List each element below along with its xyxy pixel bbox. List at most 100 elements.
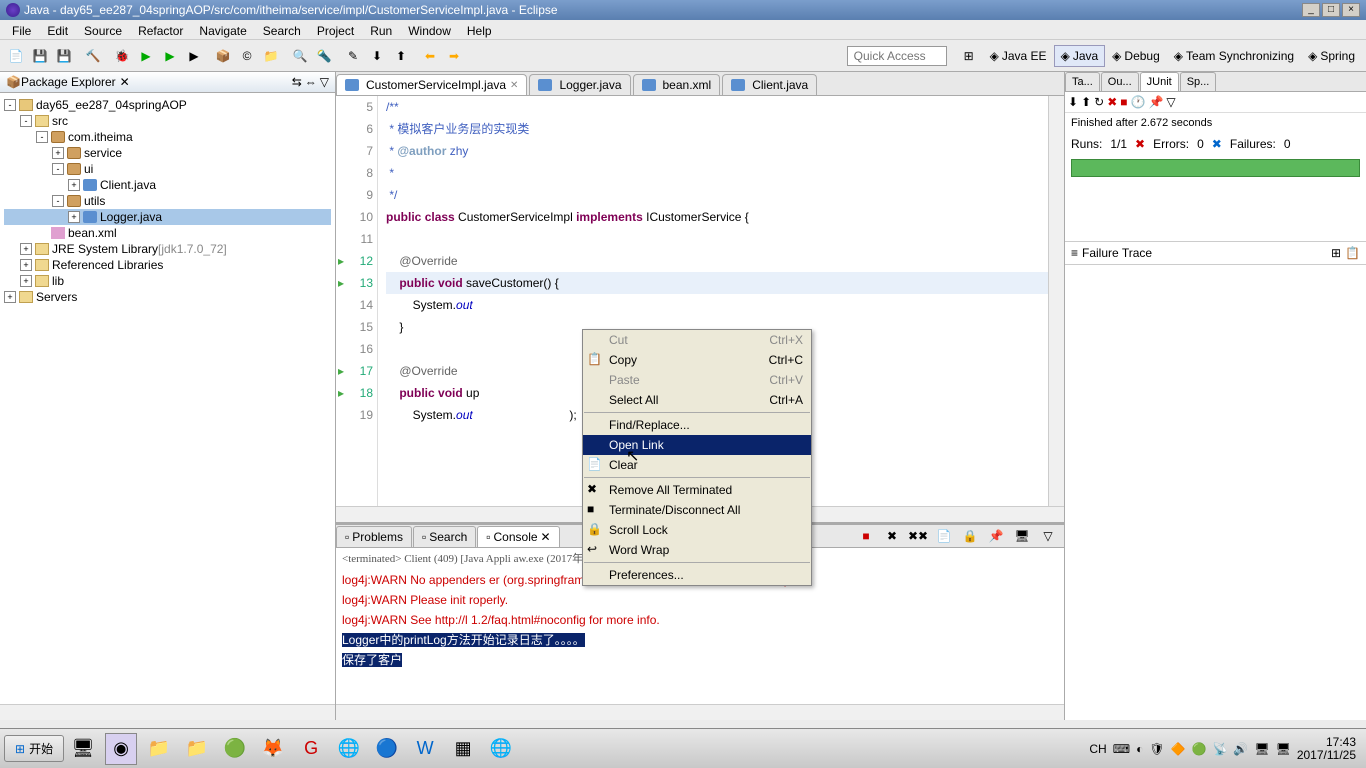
toggle-mark-button[interactable]: ✎ [342,45,364,67]
tree-toggle[interactable]: + [20,275,32,287]
menu-file[interactable]: File [4,22,39,37]
compare-icon[interactable]: ⊞ [1331,246,1341,260]
maximize-button[interactable]: □ [1322,3,1340,17]
tree-item[interactable]: -src [4,113,331,129]
pin-icon[interactable]: 📌 [1148,95,1163,109]
tree-toggle[interactable]: + [68,211,80,223]
run-last-button[interactable]: ▶ [159,45,181,67]
line-ruler[interactable]: 5678910111213141516171819 [336,96,378,506]
task-chrome2[interactable]: 🌐 [485,733,517,765]
tray-keyboard-icon[interactable]: ⌨ [1113,742,1130,756]
perspective-team-synchronizing[interactable]: ◈Team Synchronizing [1167,45,1301,67]
editor-tab[interactable]: Logger.java [529,74,630,95]
tree-item[interactable]: -ui [4,161,331,177]
rerun-failed-icon[interactable]: ✖ [1107,95,1117,109]
task-app2[interactable]: 🦊 [257,733,289,765]
tree-toggle[interactable]: - [4,99,16,111]
tree-toggle[interactable]: + [20,259,32,271]
console-scrollbar[interactable] [336,704,1064,720]
task-eclipse[interactable]: ◉ [105,733,137,765]
menu-item-find-replace-[interactable]: Find/Replace... [583,415,811,435]
menu-icon[interactable]: ▽ [1166,95,1175,109]
open-perspective-button[interactable]: ⊞ [958,45,980,67]
back-button[interactable]: ⬅ [419,45,441,67]
tree-toggle[interactable]: - [36,131,48,143]
tree-toggle[interactable]: + [68,179,80,191]
bottom-tab-console[interactable]: ▫Console ✕ [477,526,559,547]
new-folder-button[interactable]: 📁 [260,45,282,67]
link-editor-icon[interactable]: ⇔ [305,75,317,89]
task-app3[interactable]: G [295,733,327,765]
clock[interactable]: 17:43 2017/11/25 [1297,736,1356,762]
prev-annotation-button[interactable]: ⬆ [390,45,412,67]
tree-item[interactable]: bean.xml [4,225,331,241]
menu-item-select-all[interactable]: Select AllCtrl+A [583,390,811,410]
right-tab[interactable]: Ta... [1065,72,1100,91]
tray-icon6[interactable]: 🔊 [1233,742,1248,756]
clear-icon[interactable]: 📄 [933,525,955,547]
tree-item[interactable]: -utils [4,193,331,209]
prev-failure-icon[interactable]: ⬆ [1081,95,1091,109]
tree-item[interactable]: +lib [4,273,331,289]
bottom-tab-problems[interactable]: ▫Problems [336,526,412,547]
menu-item-open-link[interactable]: Open Link [583,435,811,455]
task-explorer[interactable]: 🖥 [67,733,99,765]
start-button[interactable]: ⊞ 开始 [4,735,64,762]
stop-icon[interactable]: ■ [1120,95,1127,109]
display-icon[interactable]: 🖥 [1011,525,1033,547]
tree-item[interactable]: +Client.java [4,177,331,193]
tree-toggle[interactable]: - [52,195,64,207]
tray-icon3[interactable]: 🔶 [1171,742,1186,756]
quick-access-input[interactable] [847,46,947,66]
scroll-lock-icon[interactable]: 🔒 [959,525,981,547]
perspective-java[interactable]: ◈Java [1054,45,1106,67]
vertical-scrollbar[interactable] [1048,96,1064,506]
package-explorer-tree[interactable]: -day65_ee287_04springAOP-src-com.itheima… [0,93,335,704]
perspective-java-ee[interactable]: ◈Java EE [983,45,1054,67]
editor-tab[interactable]: bean.xml [633,74,721,95]
coverage-button[interactable]: ▶ [183,45,205,67]
tray-icon2[interactable]: 🛡 [1149,742,1164,756]
history-icon[interactable]: 🕐 [1131,95,1146,109]
close-icon[interactable]: ✕ [541,530,551,544]
tree-item[interactable]: +service [4,145,331,161]
editor-tab[interactable]: CustomerServiceImpl.java✕ [336,74,527,95]
open-type-button[interactable]: 🔍 [289,45,311,67]
tree-toggle[interactable]: - [52,163,64,175]
task-folder2[interactable]: 📁 [181,733,213,765]
new-class-button[interactable]: © [236,45,258,67]
tree-toggle[interactable]: + [4,291,16,303]
build-button[interactable]: 🔨 [82,45,104,67]
new-button[interactable]: 📄 [5,45,27,67]
menu-item-word-wrap[interactable]: ↩Word Wrap [583,540,811,560]
horizontal-scrollbar[interactable] [0,704,335,720]
terminate-icon[interactable]: ■ [855,525,877,547]
menu-item-preferences-[interactable]: Preferences... [583,565,811,585]
task-app1[interactable]: 🟢 [219,733,251,765]
right-tab[interactable]: JUnit [1140,72,1179,91]
tree-item[interactable]: +Referenced Libraries [4,257,331,273]
task-app5[interactable]: ▦ [447,733,479,765]
pin-icon[interactable]: 📌 [985,525,1007,547]
remove-all-icon[interactable]: ✖✖ [907,525,929,547]
tree-item[interactable]: +JRE System Library [jdk1.7.0_72] [4,241,331,257]
task-folder[interactable]: 📁 [143,733,175,765]
task-word[interactable]: W [409,733,441,765]
lang-indicator[interactable]: CH [1089,742,1106,756]
menu-item-remove-all-terminated[interactable]: ✖Remove All Terminated [583,480,811,500]
save-button[interactable]: 💾 [29,45,51,67]
forward-button[interactable]: ➡ [443,45,465,67]
menu-item-scroll-lock[interactable]: 🔒Scroll Lock [583,520,811,540]
menu-navigate[interactable]: Navigate [191,22,254,37]
tray-icon1[interactable]: ◐ [1136,742,1143,756]
tray-icon8[interactable]: 🖥 [1276,742,1291,756]
filter-icon[interactable]: 📋 [1345,246,1360,260]
menu-help[interactable]: Help [459,22,500,37]
menu-item-terminate-disconnect-all[interactable]: ■Terminate/Disconnect All [583,500,811,520]
tree-toggle[interactable]: + [52,147,64,159]
menu-project[interactable]: Project [309,22,362,37]
menu-item-clear[interactable]: 📄Clear [583,455,811,475]
collapse-all-icon[interactable]: ⇆ [292,75,302,89]
remove-icon[interactable]: ✖ [881,525,903,547]
new-package-button[interactable]: 📦 [212,45,234,67]
